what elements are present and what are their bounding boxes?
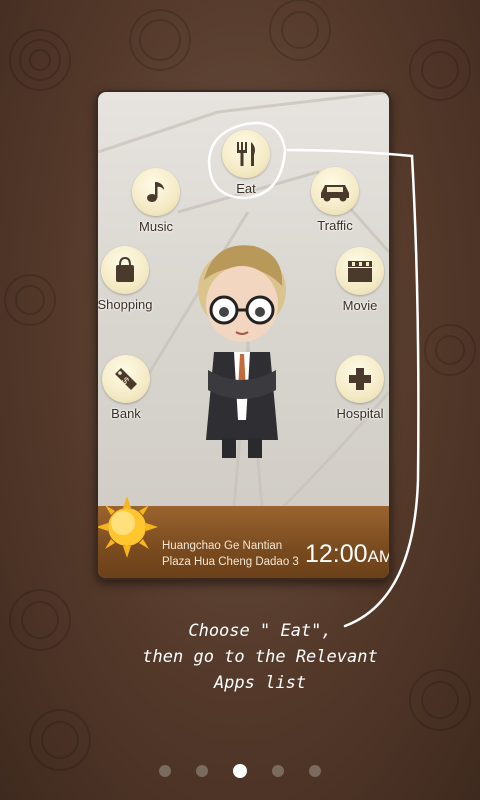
page-dot-3-active[interactable] [233,763,247,778]
page-indicator[interactable] [0,760,480,779]
guide-line-2: then go to the Relevant [142,647,378,667]
guide-caption: Choose " Eat", then go to the Relevant A… [110,618,410,696]
guide-line-1: Choose " Eat", [188,621,332,641]
page-dot-1[interactable] [158,764,171,777]
page-dot-4[interactable] [272,764,285,777]
guide-line-3: Apps list [213,673,307,693]
page-dot-5[interactable] [309,764,322,777]
page-dot-2[interactable] [195,764,208,777]
